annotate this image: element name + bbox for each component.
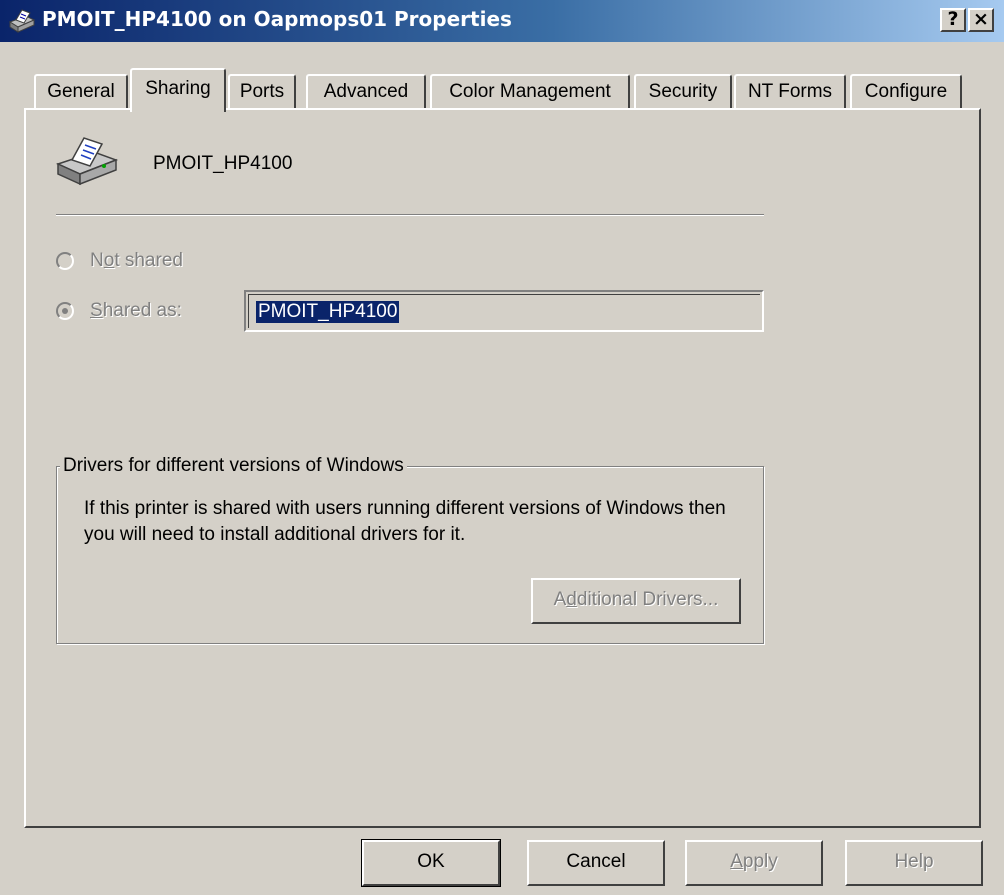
additional-drivers-button[interactable]: Additional Drivers... xyxy=(531,578,741,624)
printer-properties-dialog: PMOIT_HP4100 on Oapmops01 Properties ? ×… xyxy=(0,0,1004,895)
share-name-field-inner: PMOIT_HP4100 xyxy=(248,294,760,328)
tab-nt-forms[interactable]: NT Forms xyxy=(734,74,846,110)
tab-security[interactable]: Security xyxy=(634,74,732,110)
tab-ports[interactable]: Ports xyxy=(228,74,296,110)
share-name-field[interactable]: PMOIT_HP4100 xyxy=(244,290,764,332)
radio-icon xyxy=(56,302,74,320)
not-shared-label: Not shared xyxy=(90,250,183,271)
window-title: PMOIT_HP4100 on Oapmops01 Properties xyxy=(42,7,512,31)
tab-color-management[interactable]: Color Management xyxy=(430,74,630,110)
title-bar[interactable]: PMOIT_HP4100 on Oapmops01 Properties ? × xyxy=(0,0,1004,42)
tab-advanced[interactable]: Advanced xyxy=(306,74,426,110)
shared-as-label: Shared as: xyxy=(90,300,182,321)
separator xyxy=(56,214,764,216)
radio-selected-dot xyxy=(62,308,68,314)
ok-button[interactable]: OK xyxy=(361,839,501,887)
help-button[interactable]: Help xyxy=(845,840,983,886)
radio-icon xyxy=(56,252,74,270)
printer-name-label: PMOIT_HP4100 xyxy=(153,153,293,174)
printer-icon xyxy=(55,137,119,186)
drivers-group-description: If this printer is shared with users run… xyxy=(84,498,726,545)
tab-sharing[interactable]: Sharing xyxy=(130,68,226,112)
close-icon: × xyxy=(973,8,989,30)
share-name-value: PMOIT_HP4100 xyxy=(256,301,400,323)
help-caption-button[interactable]: ? xyxy=(940,8,966,32)
tab-configure[interactable]: Configure xyxy=(850,74,962,110)
cancel-button[interactable]: Cancel xyxy=(527,840,665,886)
apply-button[interactable]: Apply xyxy=(685,840,823,886)
close-caption-button[interactable]: × xyxy=(968,8,994,32)
tab-general[interactable]: General xyxy=(34,74,128,110)
drivers-group-title: Drivers for different versions of Window… xyxy=(60,455,407,477)
printer-icon xyxy=(8,9,36,33)
